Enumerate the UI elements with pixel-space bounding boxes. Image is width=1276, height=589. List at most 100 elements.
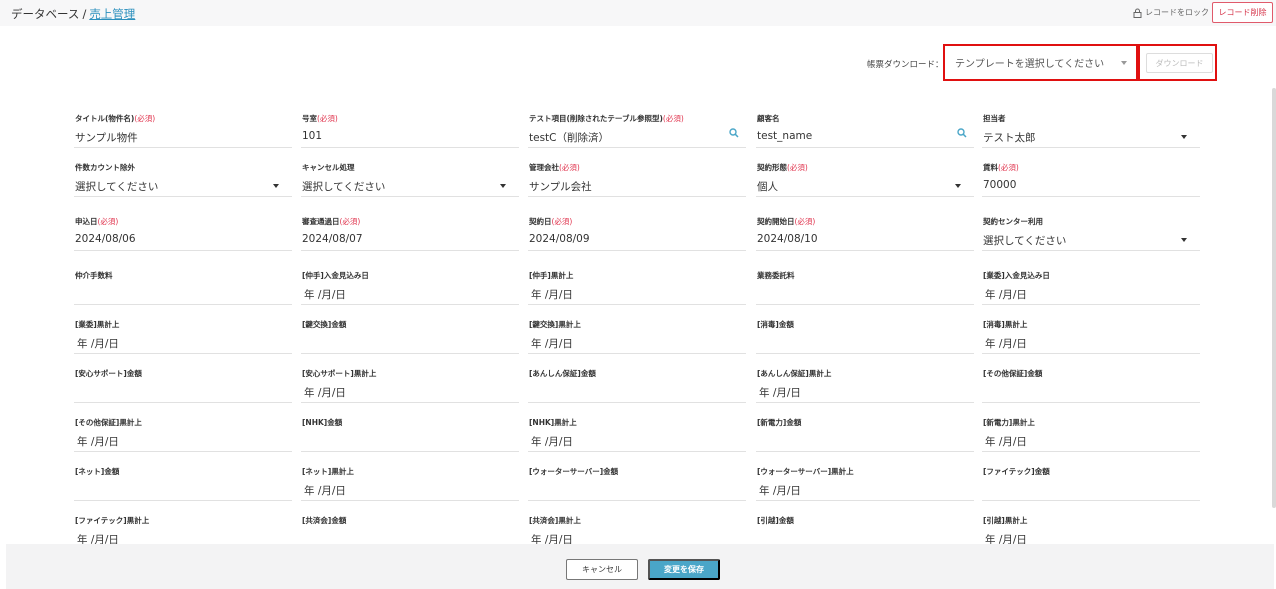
form-field[interactable]: [ウォーターサーバー]金額 (528, 466, 746, 504)
date-input[interactable]: 年 /月/日 (985, 336, 1027, 351)
template-select[interactable]: テンプレートを選択してください (943, 44, 1138, 81)
form-field[interactable]: [その他保証]金額 (982, 368, 1200, 406)
lock-record-button[interactable]: レコードをロック (1133, 7, 1209, 18)
form-field[interactable]: 管理会社(必須) サンプル会社 (528, 162, 746, 200)
field-label-text: 賃料 (983, 163, 998, 172)
form-field[interactable]: 仲介手数料 (74, 270, 292, 308)
form-field[interactable]: 審査通過日(必須) 2024/08/07 (301, 216, 519, 254)
field-label-text: [業委]黒計上 (75, 320, 120, 329)
date-input[interactable]: 年 /月/日 (531, 336, 573, 351)
form-field[interactable]: [仲手]入金見込み日年 /月/日 (301, 270, 519, 308)
field-value[interactable]: 101 (302, 130, 322, 142)
form-field[interactable]: 契約形態(必須) 個人 (756, 162, 974, 200)
select-value[interactable]: 個人 (757, 179, 778, 194)
field-underline (982, 402, 1200, 403)
form-field[interactable]: 号室(必須) 101 (301, 113, 519, 151)
field-underline (301, 500, 519, 501)
form-field[interactable]: [新電力]金額 (756, 417, 974, 455)
field-underline (756, 353, 974, 354)
field-value[interactable]: サンプル会社 (529, 179, 592, 194)
select-value[interactable]: 選択してください (75, 179, 158, 194)
form-field[interactable]: [ファイテック]金額 (982, 466, 1200, 504)
date-input[interactable]: 年 /月/日 (985, 287, 1027, 302)
form-field[interactable]: テスト項目(削除されたテーブル参照型)(必須) testC（削除済） (528, 113, 746, 151)
cancel-button[interactable]: キャンセル (566, 559, 638, 580)
form-field[interactable]: [新電力]黒計上年 /月/日 (982, 417, 1200, 455)
form-field[interactable]: 件数カウント除外 選択してください (74, 162, 292, 200)
save-button[interactable]: 変更を保存 (648, 559, 720, 580)
breadcrumb-separator: / (82, 7, 87, 21)
field-value[interactable]: 2024/08/10 (757, 233, 818, 245)
search-icon[interactable] (728, 127, 740, 139)
form-field[interactable]: 契約センター利用 選択してください (982, 216, 1200, 254)
field-underline (756, 147, 974, 148)
field-value[interactable]: 2024/08/06 (75, 233, 136, 245)
form-field[interactable]: 担当者 テスト太郎 (982, 113, 1200, 151)
delete-record-button[interactable]: レコード削除 (1212, 2, 1273, 23)
form-field[interactable]: キャンセル処理選択してください (301, 162, 519, 200)
date-input[interactable]: 年 /月/日 (759, 483, 801, 498)
field-label-text: [鍵交換]黒計上 (529, 320, 581, 329)
form-field[interactable]: [安心サポート]金額 (74, 368, 292, 406)
form-field[interactable]: [その他保証]黒計上年 /月/日 (74, 417, 292, 455)
form-field[interactable]: [業委]黒計上年 /月/日 (74, 319, 292, 357)
date-input[interactable]: 年 /月/日 (304, 483, 346, 498)
date-input[interactable]: 年 /月/日 (985, 434, 1027, 449)
field-underline (301, 353, 519, 354)
form-field[interactable]: [安心サポート]黒計上年 /月/日 (301, 368, 519, 406)
field-value[interactable]: サンプル物件 (75, 130, 138, 145)
field-label-text: [あんしん保証]黒計上 (757, 369, 832, 378)
form-field[interactable]: [鍵交換]黒計上年 /月/日 (528, 319, 746, 357)
breadcrumb-current[interactable]: 売上管理 (89, 7, 135, 21)
breadcrumb-root[interactable]: データベース (11, 7, 79, 21)
form-field[interactable]: タイトル(物件名)(必須) サンプル物件 (74, 113, 292, 151)
select-value[interactable]: テスト太郎 (983, 130, 1036, 145)
form-field[interactable]: [あんしん保証]金額 (528, 368, 746, 406)
form-field[interactable]: [仲手]黒計上年 /月/日 (528, 270, 746, 308)
form-field[interactable]: 契約開始日(必須) 2024/08/10 (756, 216, 974, 254)
scrollbar[interactable] (1272, 88, 1276, 508)
field-underline (301, 402, 519, 403)
search-icon[interactable] (956, 127, 968, 139)
form-field[interactable]: 顧客名 test_name (756, 113, 974, 151)
form-field[interactable]: [鍵交換]金額 (301, 319, 519, 357)
field-value[interactable]: 2024/08/07 (302, 233, 363, 245)
form-field[interactable]: [ウォーターサーバー]黒計上年 /月/日 (756, 466, 974, 504)
date-input[interactable]: 年 /月/日 (304, 287, 346, 302)
form-field[interactable]: 契約日(必須) 2024/08/09 (528, 216, 746, 254)
field-label-text: [引越]黒計上 (983, 516, 1028, 525)
select-value[interactable]: 選択してください (302, 179, 385, 194)
form-field[interactable]: [ネット]黒計上年 /月/日 (301, 466, 519, 504)
form-field[interactable]: 申込日(必須) 2024/08/06 (74, 216, 292, 254)
chevron-down-icon (1181, 135, 1187, 139)
required-mark: (必須) (662, 114, 684, 123)
form-field[interactable]: [消毒]黒計上年 /月/日 (982, 319, 1200, 357)
date-input[interactable]: 年 /月/日 (759, 385, 801, 400)
date-input[interactable]: 年 /月/日 (77, 434, 119, 449)
date-input[interactable]: 年 /月/日 (531, 434, 573, 449)
required-mark: (必須) (794, 217, 816, 226)
form-field[interactable]: [あんしん保証]黒計上年 /月/日 (756, 368, 974, 406)
form-field[interactable]: [NHK]黒計上年 /月/日 (528, 417, 746, 455)
field-label-text: タイトル(物件名) (75, 114, 135, 123)
date-input[interactable]: 年 /月/日 (77, 336, 119, 351)
field-label-text: キャンセル処理 (302, 163, 355, 172)
download-button[interactable]: ダウンロード (1146, 53, 1213, 73)
form-field[interactable]: 業務委託料 (756, 270, 974, 308)
field-value[interactable]: testC（削除済） (529, 130, 609, 145)
field-value[interactable]: test_name (757, 130, 812, 142)
field-underline (982, 196, 1200, 197)
field-label-text: [その他保証]金額 (983, 369, 1043, 378)
date-input[interactable]: 年 /月/日 (304, 385, 346, 400)
select-value[interactable]: 選択してください (983, 233, 1066, 248)
form-field[interactable]: [消毒]金額 (756, 319, 974, 357)
template-download-label: 帳票ダウンロード： (867, 60, 944, 70)
form-field[interactable]: [ネット]金額 (74, 466, 292, 504)
form-field[interactable]: 賃料(必須) 70000 (982, 162, 1200, 200)
field-label: [業委]黒計上 (75, 319, 119, 330)
field-value[interactable]: 2024/08/09 (529, 233, 590, 245)
field-value[interactable]: 70000 (983, 179, 1016, 191)
date-input[interactable]: 年 /月/日 (531, 287, 573, 302)
form-field[interactable]: [業委]入金見込み日年 /月/日 (982, 270, 1200, 308)
form-field[interactable]: [NHK]金額 (301, 417, 519, 455)
